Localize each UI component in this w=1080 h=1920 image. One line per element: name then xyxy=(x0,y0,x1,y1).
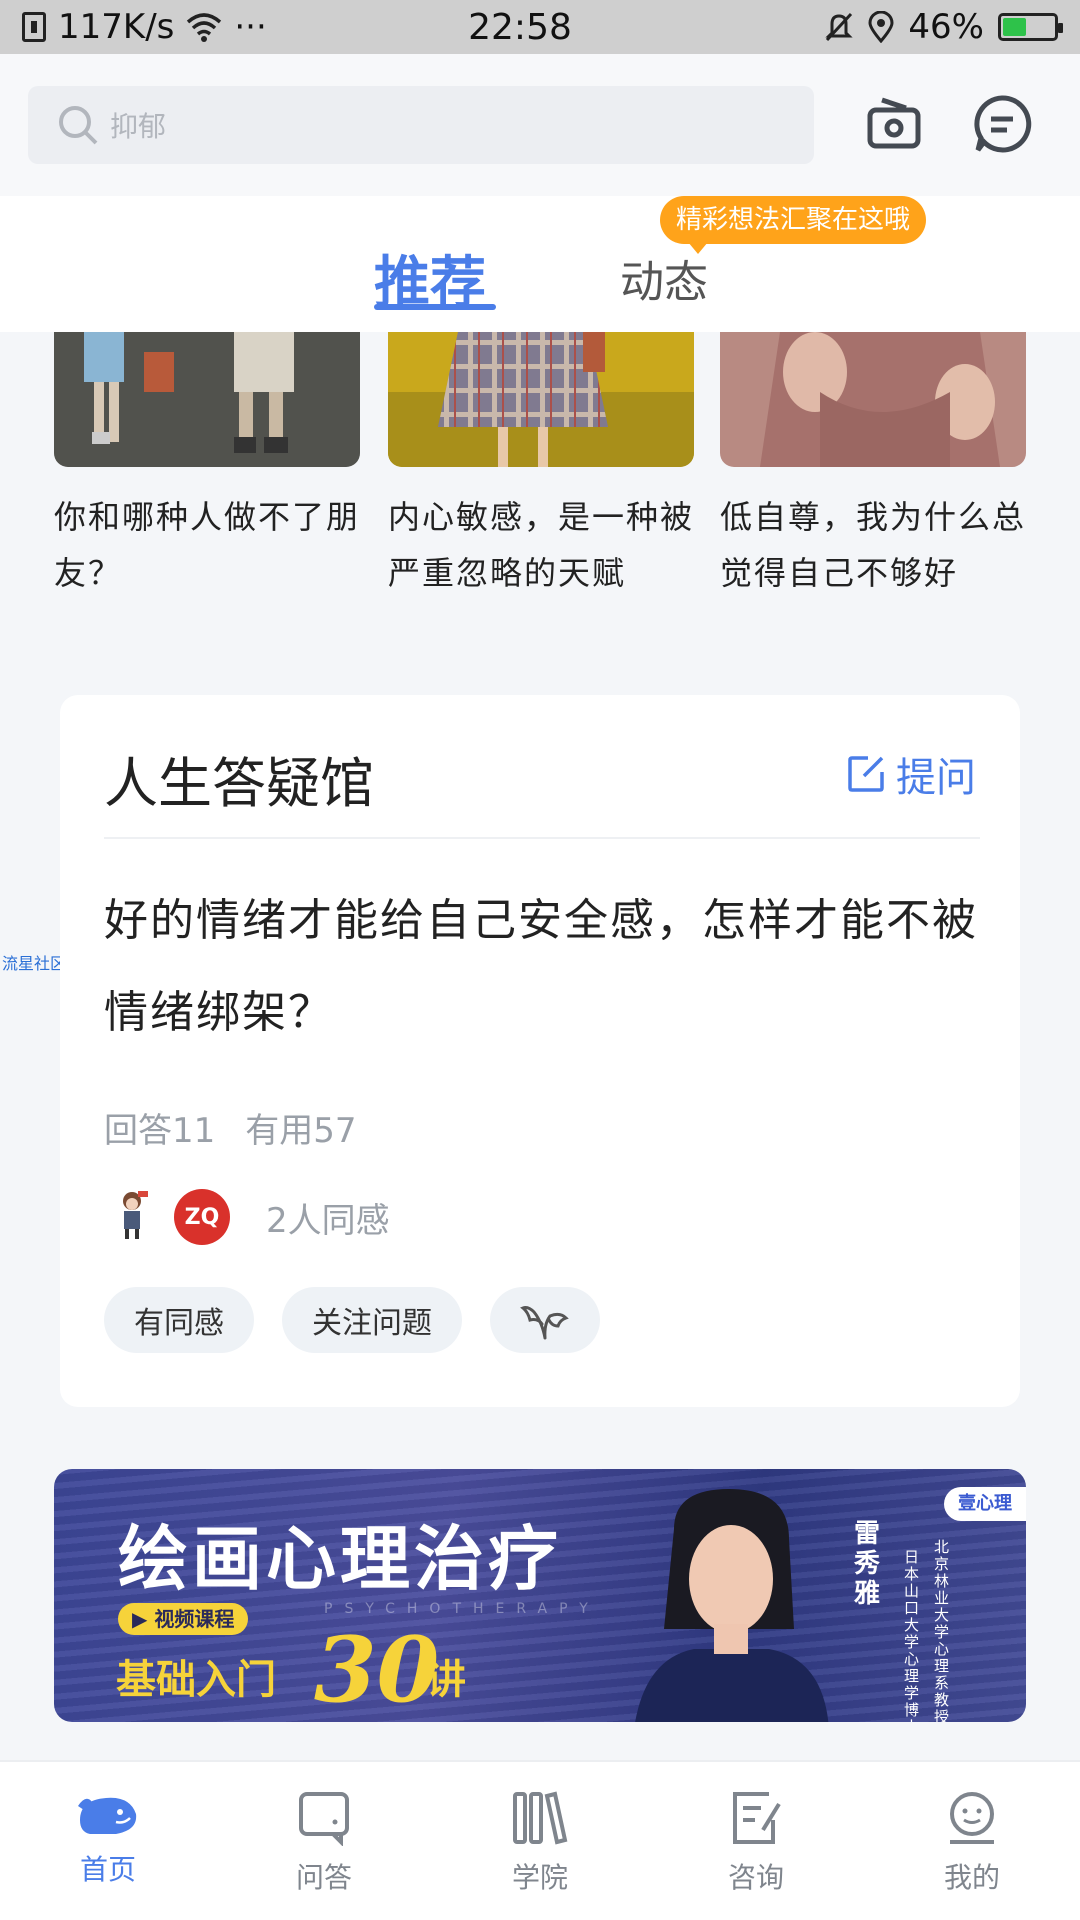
whale-tail-button[interactable] xyxy=(490,1287,600,1353)
bottom-navigation: 首页 问答 学院 咨询 我的 xyxy=(0,1760,1080,1920)
article-row: 你和哪种人做不了朋友？ 内心敏感，是一种被严重忽略的天赋 低自尊，我为什么总觉得… xyxy=(0,332,1080,632)
edit-icon xyxy=(848,756,884,792)
message-icon xyxy=(974,95,1032,153)
qa-question-text[interactable]: 好的情绪才能给自己安全感，怎样才能不被情绪绑架？ xyxy=(104,875,984,1059)
article-card[interactable]: 你和哪种人做不了朋友？ xyxy=(54,332,360,601)
empathy-users: ZQ 2人同感 xyxy=(104,1189,390,1245)
article-title: 内心敏感，是一种被严重忽略的天赋 xyxy=(388,498,695,592)
empathy-button[interactable]: 有同感 xyxy=(104,1287,254,1353)
nav-label: 首页 xyxy=(79,1853,136,1886)
article-thumbnail xyxy=(54,332,360,467)
lecturer-photo xyxy=(635,1489,829,1722)
qa-section-title: 人生答疑馆 xyxy=(104,752,374,815)
nav-label: 咨询 xyxy=(727,1861,784,1894)
banner-subtitle: 基础入门 xyxy=(116,1657,276,1703)
answer-count: 回答11 xyxy=(104,1111,216,1151)
article-title: 低自尊，我为什么总觉得自己不够好 xyxy=(720,498,1027,592)
moments-tip-bubble: 精彩想法汇聚在这哦 xyxy=(660,196,927,254)
avatar[interactable]: ZQ xyxy=(174,1189,230,1245)
lecturer-title: 北京林业大学心理系教授 xyxy=(934,1538,950,1723)
profile-icon xyxy=(950,1792,994,1844)
bell-muted-icon xyxy=(825,12,854,42)
top-header: 抑郁 xyxy=(0,54,1080,196)
feed-tabs: 推荐 动态 精彩想法汇聚在这哦 xyxy=(0,196,1080,332)
qa-card: 人生答疑馆 提问 好的情绪才能给自己安全感，怎样才能不被情绪绑架？ 回答11 有… xyxy=(60,695,1020,1407)
radio-button[interactable] xyxy=(864,94,924,154)
nav-label: 我的 xyxy=(943,1861,1000,1894)
qa-icon xyxy=(299,1792,349,1846)
nav-profile[interactable]: 我的 xyxy=(864,1762,1080,1920)
sim-icon xyxy=(22,12,46,42)
avatar[interactable] xyxy=(104,1189,160,1245)
nav-label: 学院 xyxy=(511,1861,568,1894)
divider xyxy=(104,837,980,839)
empathy-count: 2人同感 xyxy=(266,1200,390,1241)
lecturer-name: 雷秀雅 xyxy=(854,1519,881,1609)
status-bar: 117K/s ··· 22:58 46% xyxy=(0,0,1080,54)
nav-academy[interactable]: 学院 xyxy=(432,1762,648,1920)
ask-label: 提问 xyxy=(896,755,976,801)
consult-icon xyxy=(733,1792,781,1844)
wifi-icon xyxy=(187,13,222,42)
nav-qa[interactable]: 问答 xyxy=(216,1762,432,1920)
battery-percent: 46% xyxy=(908,7,984,47)
messages-button[interactable] xyxy=(972,94,1032,154)
nav-consult[interactable]: 咨询 xyxy=(648,1762,864,1920)
network-speed: 117K/s xyxy=(58,7,175,47)
clock: 22:58 xyxy=(468,6,572,48)
radio-icon xyxy=(867,97,921,149)
lecturer-degree: 日本山口大学心理学博士 xyxy=(904,1548,920,1723)
banner-unit: 讲 xyxy=(426,1657,466,1703)
app-screen: 117K/s ··· 22:58 46% 抑郁 推荐 动态 精彩想法汇聚在这哦 … xyxy=(0,0,1080,1920)
nav-label: 问答 xyxy=(295,1861,352,1894)
article-thumbnail xyxy=(720,332,1026,467)
banner-number: 30 xyxy=(314,1617,440,1722)
banner-title: 绘画心理治疗 xyxy=(118,1518,562,1600)
more-indicator: ··· xyxy=(234,7,267,47)
brand-logo: 壹心理 xyxy=(944,1487,1026,1521)
follow-question-button[interactable]: 关注问题 xyxy=(282,1287,462,1353)
article-card[interactable]: 内心敏感，是一种被严重忽略的天赋 xyxy=(388,332,694,601)
whale-icon xyxy=(78,1797,137,1834)
tab-moments[interactable]: 动态 xyxy=(620,246,708,310)
side-watermark-label: 流星社区 xyxy=(2,954,67,973)
search-bar[interactable]: 抑郁 xyxy=(28,86,814,164)
article-thumbnail xyxy=(388,332,694,467)
battery-icon xyxy=(998,13,1063,41)
qa-actions: 有同感 关注问题 xyxy=(104,1287,600,1353)
location-icon xyxy=(868,11,894,43)
banner-tag: ▶ 视频课程 xyxy=(118,1603,249,1635)
useful-count: 有用57 xyxy=(245,1111,357,1151)
search-icon xyxy=(59,106,98,145)
course-banner[interactable]: 绘画心理治疗 ▶ 视频课程 PSYCHOTHERAPY 基础入门 30 讲 壹心… xyxy=(54,1469,1026,1722)
search-placeholder: 抑郁 xyxy=(110,110,167,143)
qa-stats: 回答11 有用57 xyxy=(104,1103,357,1152)
article-title: 你和哪种人做不了朋友？ xyxy=(54,498,361,592)
ask-question-button[interactable]: 提问 xyxy=(846,745,976,803)
banner-english: PSYCHOTHERAPY xyxy=(324,1601,600,1617)
books-icon xyxy=(513,1791,568,1845)
tab-active-indicator xyxy=(374,304,496,310)
article-card[interactable]: 低自尊，我为什么总觉得自己不够好 xyxy=(720,332,1026,601)
nav-home[interactable]: 首页 xyxy=(0,1762,216,1920)
whale-tail-icon xyxy=(520,1306,569,1340)
